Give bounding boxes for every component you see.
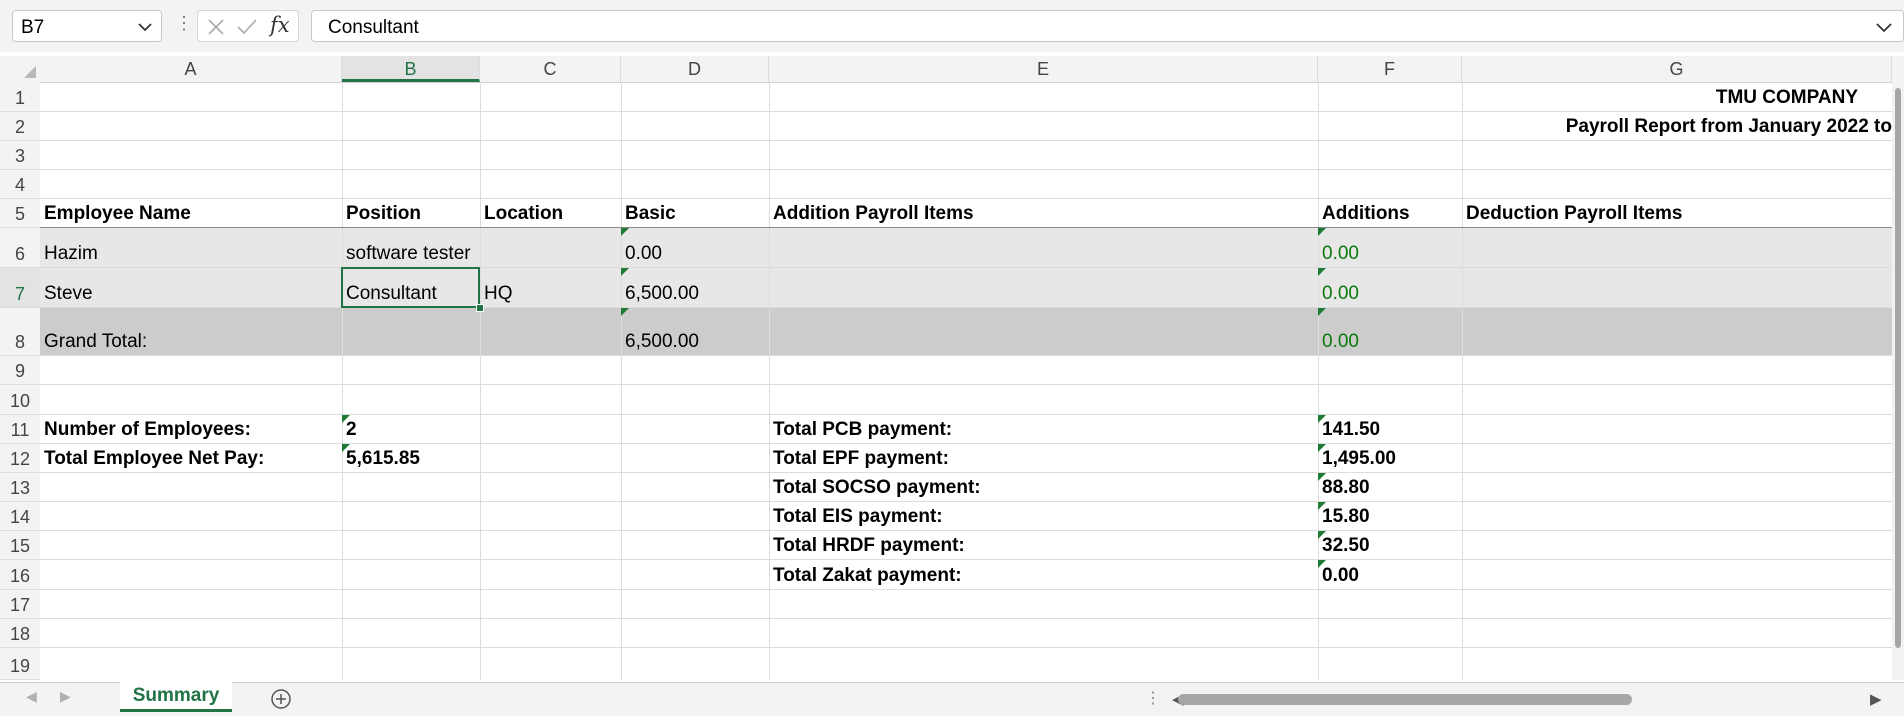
select-all-button[interactable] <box>0 56 40 82</box>
more-options-icon[interactable]: ⋮ <box>175 13 193 34</box>
summary-value[interactable]: 88.80 <box>1318 473 1462 502</box>
row-header-9[interactable]: 9 <box>0 356 40 385</box>
expand-formula-icon[interactable] <box>1875 20 1893 39</box>
row-header-7[interactable]: 7 <box>0 268 40 308</box>
row-header-5[interactable]: 5 <box>0 199 40 228</box>
vertical-scroll-thumb[interactable] <box>1895 88 1901 648</box>
employee-position-cell[interactable]: software tester <box>342 228 480 268</box>
formula-content: Consultant <box>328 17 419 38</box>
header-employee-name[interactable]: Employee Name <box>40 199 342 228</box>
employee-basic-cell[interactable]: 0.00 <box>621 228 769 268</box>
summary-value[interactable]: 141.50 <box>1318 415 1462 444</box>
row-header-8[interactable]: 8 <box>0 308 40 356</box>
next-sheet-icon[interactable]: ▶ <box>60 688 71 705</box>
header-addition-items[interactable]: Addition Payroll Items <box>769 199 1318 228</box>
header-additions[interactable]: Additions <box>1318 199 1462 228</box>
report-title[interactable]: Payroll Report from January 2022 to <box>1300 112 1892 141</box>
row-header-10[interactable]: 10 <box>0 385 40 415</box>
vertical-scrollbar[interactable] <box>1892 82 1904 680</box>
enter-icon[interactable] <box>236 17 258 42</box>
employee-name-cell[interactable]: Steve <box>40 268 342 308</box>
row-header-19[interactable]: 19 <box>0 648 40 680</box>
horizontal-scroll-thumb[interactable] <box>1178 694 1632 705</box>
row-header-17[interactable]: 17 <box>0 590 40 619</box>
summary-label[interactable]: Total HRDF payment: <box>769 531 1318 560</box>
add-sheet-icon[interactable] <box>270 688 292 715</box>
column-header-g[interactable]: G <box>1462 56 1892 82</box>
grand-total-basic[interactable]: 6,500.00 <box>621 308 769 356</box>
formula-input[interactable]: Consultant <box>311 10 1904 42</box>
summary-value[interactable]: 0.00 <box>1318 560 1462 590</box>
column-header-f[interactable]: F <box>1318 56 1462 82</box>
summary-label[interactable]: Total EPF payment: <box>769 444 1318 473</box>
employee-additions-cell[interactable]: 0.00 <box>1318 268 1462 308</box>
column-header-e[interactable]: E <box>769 56 1318 82</box>
row-header-18[interactable]: 18 <box>0 619 40 648</box>
column-header-a[interactable]: A <box>40 56 342 82</box>
row-header-16[interactable]: 16 <box>0 560 40 590</box>
header-basic[interactable]: Basic <box>621 199 769 228</box>
summary-label[interactable]: Total PCB payment: <box>769 415 1318 444</box>
split-handle-icon[interactable]: ⋮ <box>1145 688 1161 708</box>
summary-label[interactable]: Number of Employees: <box>40 415 342 444</box>
employee-basic-cell[interactable]: 6,500.00 <box>621 268 769 308</box>
sheet-tab-summary[interactable]: Summary <box>120 682 232 712</box>
header-location[interactable]: Location <box>480 199 621 228</box>
grand-total-label[interactable]: Grand Total: <box>40 308 342 356</box>
company-name[interactable]: TMU COMPANY <box>1300 82 1862 112</box>
employee-additions-cell[interactable]: 0.00 <box>1318 228 1462 268</box>
insert-function-icon[interactable]: fx <box>270 13 290 37</box>
summary-value[interactable]: 2 <box>342 415 480 444</box>
header-position[interactable]: Position <box>342 199 480 228</box>
row-header-15[interactable]: 15 <box>0 531 40 560</box>
chevron-down-icon[interactable] <box>137 20 153 39</box>
scroll-right-icon[interactable]: ▶ <box>1870 690 1882 708</box>
cell-selection-border <box>341 267 480 308</box>
employee-name-cell[interactable]: Hazim <box>40 228 342 268</box>
summary-value[interactable]: 32.50 <box>1318 531 1462 560</box>
column-headers: A B C D E F G <box>0 56 1904 83</box>
row-header-6[interactable]: 6 <box>0 228 40 268</box>
column-header-b[interactable]: B <box>342 56 480 82</box>
employee-location-cell[interactable]: HQ <box>480 268 621 308</box>
row-header-2[interactable]: 2 <box>0 112 40 141</box>
summary-label[interactable]: Total EIS payment: <box>769 502 1318 531</box>
row-header-13[interactable]: 13 <box>0 473 40 502</box>
summary-value[interactable]: 5,615.85 <box>342 444 480 473</box>
name-box[interactable]: B7 <box>12 10 162 42</box>
summary-label[interactable]: Total Employee Net Pay: <box>40 444 342 473</box>
row-header-14[interactable]: 14 <box>0 502 40 531</box>
name-box-value: B7 <box>21 17 45 38</box>
summary-label[interactable]: Total SOCSO payment: <box>769 473 1318 502</box>
cancel-icon[interactable] <box>206 17 226 42</box>
row-header-3[interactable]: 3 <box>0 141 40 170</box>
prev-sheet-icon[interactable]: ◀ <box>26 688 37 705</box>
row-header-12[interactable]: 12 <box>0 444 40 473</box>
grand-total-additions[interactable]: 0.00 <box>1318 308 1462 356</box>
row-header-1[interactable]: 1 <box>0 82 40 112</box>
summary-value[interactable]: 1,495.00 <box>1318 444 1462 473</box>
row-header-4[interactable]: 4 <box>0 170 40 199</box>
summary-value[interactable]: 15.80 <box>1318 502 1462 531</box>
fill-handle[interactable] <box>476 304 484 312</box>
header-deduction-items[interactable]: Deduction Payroll Items <box>1462 199 1892 228</box>
formula-controls: fx <box>197 10 299 42</box>
summary-label[interactable]: Total Zakat payment: <box>769 560 1318 590</box>
row-header-11[interactable]: 11 <box>0 415 40 444</box>
column-header-d[interactable]: D <box>621 56 769 82</box>
column-header-c[interactable]: C <box>480 56 621 82</box>
